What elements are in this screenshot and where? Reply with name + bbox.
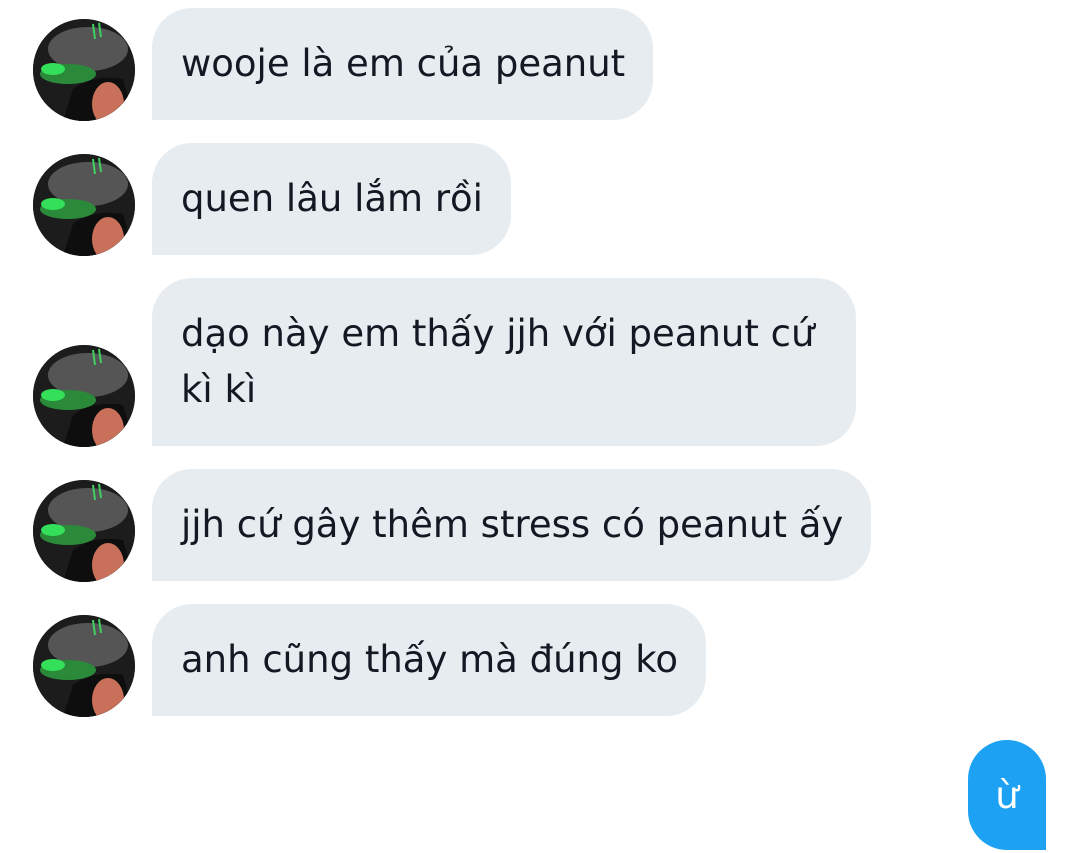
- incoming-message[interactable]: anh cũng thấy mà đúng ko: [152, 604, 706, 716]
- avatar-photo-icon: [33, 19, 135, 121]
- incoming-message[interactable]: jjh cứ gây thêm stress có peanut ấy: [152, 469, 872, 581]
- incoming-message[interactable]: wooje là em của peanut: [152, 8, 654, 120]
- incoming-message[interactable]: quen lâu lắm rồi: [152, 143, 511, 255]
- message-text: wooje là em của peanut: [181, 42, 626, 85]
- incoming-message[interactable]: dạo này em thấy jjh với peanut cứ kì kì: [152, 278, 856, 446]
- avatar-photo-icon: [33, 480, 135, 582]
- sender-avatar[interactable]: [33, 615, 135, 717]
- sender-avatar[interactable]: [33, 154, 135, 256]
- message-text: quen lâu lắm rồi: [181, 177, 483, 220]
- sender-avatar[interactable]: [33, 19, 135, 121]
- avatar-photo-icon: [33, 154, 135, 256]
- sender-avatar[interactable]: [33, 480, 135, 582]
- outgoing-message[interactable]: ừ: [968, 740, 1046, 850]
- message-text: dạo này em thấy jjh với peanut cứ kì kì: [181, 312, 815, 411]
- message-text: jjh cứ gây thêm stress có peanut ấy: [181, 503, 844, 546]
- message-text: anh cũng thấy mà đúng ko: [181, 638, 678, 681]
- avatar-photo-icon: [33, 615, 135, 717]
- sender-avatar[interactable]: [33, 345, 135, 447]
- message-text: ừ: [995, 773, 1019, 817]
- avatar-photo-icon: [33, 345, 135, 447]
